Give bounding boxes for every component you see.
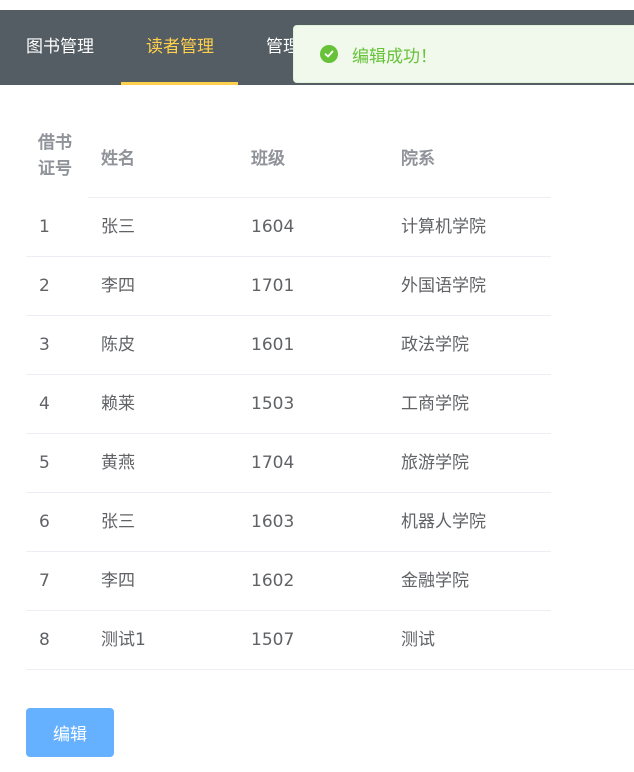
nav-item-book-management[interactable]: 图书管理 xyxy=(26,10,94,85)
table-row[interactable]: 7 李四 1602 金融学院 xyxy=(26,552,551,611)
table-row[interactable]: 2 李四 1701 外国语学院 xyxy=(26,257,551,316)
header-name: 姓名 xyxy=(101,148,135,169)
cell-name: 黄燕 xyxy=(101,453,135,473)
cell-card-id: 1 xyxy=(39,217,50,237)
cell-card-id: 8 xyxy=(39,630,50,650)
cell-dept: 工商学院 xyxy=(401,394,469,414)
cell-card-id: 7 xyxy=(39,571,50,591)
edit-button[interactable]: 编辑 xyxy=(26,708,114,757)
cell-card-id: 5 xyxy=(39,453,50,473)
cell-card-id: 6 xyxy=(39,512,50,532)
header-class: 班级 xyxy=(251,148,285,169)
header-card-id: 借书 证号 xyxy=(38,114,78,198)
cell-dept: 外国语学院 xyxy=(401,276,486,296)
cell-name: 陈皮 xyxy=(101,335,135,355)
cell-name: 测试1 xyxy=(101,630,146,650)
cell-dept: 金融学院 xyxy=(401,571,469,591)
check-circle-icon xyxy=(320,45,338,63)
cell-dept: 机器人学院 xyxy=(401,512,486,532)
cell-dept: 测试 xyxy=(401,630,435,650)
cell-dept: 政法学院 xyxy=(401,335,469,355)
header-dept: 院系 xyxy=(401,148,435,169)
table-row[interactable]: 1 张三 1604 计算机学院 xyxy=(26,198,551,257)
cell-class: 1601 xyxy=(251,335,295,355)
table-row[interactable]: 4 赖莱 1503 工商学院 xyxy=(26,375,551,434)
table-row[interactable]: 3 陈皮 1601 政法学院 xyxy=(26,316,551,375)
success-toast: 编辑成功！ xyxy=(293,25,634,83)
cell-name: 张三 xyxy=(101,217,135,237)
cell-card-id: 4 xyxy=(39,394,50,414)
nav-item-reader-management[interactable]: 读者管理 xyxy=(121,10,238,85)
table-bottom-divider xyxy=(26,669,634,670)
cell-class: 1604 xyxy=(251,217,295,237)
header-card-id-line2: 证号 xyxy=(38,159,72,179)
cell-name: 李四 xyxy=(101,276,135,296)
cell-name: 张三 xyxy=(101,512,135,532)
cell-card-id: 3 xyxy=(39,335,50,355)
cell-dept: 计算机学院 xyxy=(401,217,486,237)
cell-name: 赖莱 xyxy=(101,394,135,414)
cell-card-id: 2 xyxy=(39,276,50,296)
cell-class: 1603 xyxy=(251,512,295,532)
cell-dept: 旅游学院 xyxy=(401,453,469,473)
table-header: 借书 证号 姓名 班级 院系 xyxy=(26,114,551,198)
cell-class: 1503 xyxy=(251,394,295,414)
cell-class: 1701 xyxy=(251,276,295,296)
table-row[interactable]: 6 张三 1603 机器人学院 xyxy=(26,493,551,552)
cell-class: 1602 xyxy=(251,571,295,591)
cell-class: 1507 xyxy=(251,630,295,650)
toast-message: 编辑成功！ xyxy=(352,46,437,67)
cell-name: 李四 xyxy=(101,571,135,591)
reader-table: 借书 证号 姓名 班级 院系 1 张三 1604 计算机学院 2 李四 1701… xyxy=(26,114,551,669)
header-card-id-line1: 借书 xyxy=(38,133,72,153)
cell-class: 1704 xyxy=(251,453,295,473)
table-row[interactable]: 8 测试1 1507 测试 xyxy=(26,611,551,669)
table-row[interactable]: 5 黄燕 1704 旅游学院 xyxy=(26,434,551,493)
